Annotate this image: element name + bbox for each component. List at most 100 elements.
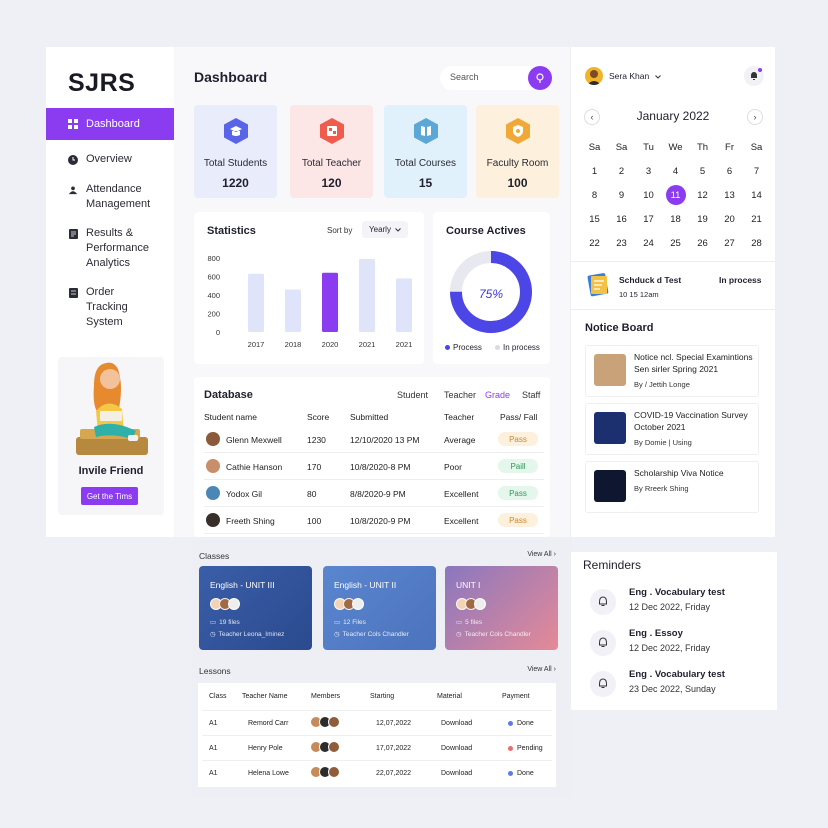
notice-item[interactable]: COVID-19 Vaccination Survey October 2021… [585,403,759,455]
calendar-day[interactable]: 3 [635,159,662,183]
location-pin-icon [536,73,544,83]
column-header: Teacher Name [242,693,288,700]
sidebar-item-results[interactable]: Results & Performance Analytics [46,226,174,271]
stat-card-courses[interactable]: Total Courses 15 [384,105,467,198]
clock-icon: ◷ [210,631,216,638]
calendar-day[interactable]: 25 [662,232,689,256]
calendar-day[interactable]: 1 [581,159,608,183]
stat-card-students[interactable]: Total Students 1220 [194,105,277,198]
notifications-button[interactable] [744,66,764,86]
sidebar-item-dashboard[interactable]: Dashboard [46,108,174,140]
sidebar-item-attendance[interactable]: Attendance Management [46,182,174,212]
calendar-day[interactable]: 4 [662,159,689,183]
calendar-day[interactable]: 22 [581,232,608,256]
calendar-day[interactable]: 16 [608,208,635,232]
cell-material[interactable]: Download [441,770,472,777]
table-row[interactable]: A1 Henry Pole 17,07,2022 Download Pending [202,735,552,760]
bar[interactable] [396,278,412,332]
cell-material[interactable]: Download [441,720,472,727]
sidebar-item-overview[interactable]: Overview [46,152,174,167]
folder-icon: ▭ [334,619,341,626]
calendar-day[interactable]: 27 [716,232,743,256]
user-menu[interactable]: Sera Khan [609,71,661,81]
calendar-day[interactable]: 8 [581,183,608,207]
stat-card-teachers[interactable]: Total Teacher 120 [290,105,373,198]
calendar-day[interactable]: 15 [581,208,608,232]
calendar-day[interactable]: 5 [689,159,716,183]
bar[interactable] [248,273,264,332]
bar[interactable] [359,258,375,332]
calendar-day[interactable]: 14 [743,183,770,207]
class-card[interactable]: English - UNIT II ▭ 12 Files ◷ Teacher Cols … [323,566,436,650]
calendar-day[interactable]: 10 [635,183,662,207]
classes-view-all[interactable]: View All › [527,551,556,558]
cell-material[interactable]: Download [441,745,472,752]
calendar-day[interactable]: 12 [689,183,716,207]
column-header: Starting [370,693,395,700]
avatar[interactable] [585,67,603,85]
table-row[interactable]: A1 Remord Carr 12,07,2022 Download Done [202,710,552,735]
search-button[interactable] [528,66,552,90]
reminder-bell[interactable] [590,671,616,697]
calendar-day[interactable]: 21 [743,208,770,232]
calendar-next-button[interactable]: › [747,109,763,125]
calendar-day[interactable]: 7 [743,159,770,183]
invite-button[interactable]: Get the Tims [81,487,138,505]
bar[interactable] [322,272,338,332]
reminders-title: Reminders [583,558,642,572]
notice-item[interactable]: Notice ncl. Special Examintions Sen sirl… [585,345,759,397]
calendar-day[interactable]: 19 [689,208,716,232]
tab-staff[interactable]: Staff [522,390,540,400]
reminder-bell[interactable] [590,589,616,615]
calendar-day[interactable]: 6 [716,159,743,183]
cell-submitted: 12/10/2020 13 PM [350,435,420,445]
search-bar[interactable]: Search [440,66,552,90]
calendar-day[interactable]: 18 [662,208,689,232]
lessons-view-all[interactable]: View All › [527,666,556,673]
database-title: Database [204,389,253,401]
search-input[interactable]: Search [450,72,479,82]
reminder-bell[interactable] [590,630,616,656]
tab-grade[interactable]: Grade [485,390,510,400]
y-tick-label: 200 [207,310,220,319]
notice-item[interactable]: Scholarship Viva Notice By Rreerk Shing [585,461,759,513]
column-header: Members [311,693,341,700]
cell-submitted: 8/8/2020-9 PM [350,489,406,499]
calendar-day[interactable]: 24 [635,232,662,256]
bar[interactable] [285,289,301,332]
sidebar-item-order-tracking[interactable]: Order Tracking System [46,285,174,330]
stat-card-faculty[interactable]: Faculty Room 100 [476,105,559,198]
calendar-day[interactable]: 9 [608,183,635,207]
tab-teacher[interactable]: Teacher [444,390,476,400]
view-all-label: View All [527,551,552,558]
table-row[interactable]: Cathie Hanson 170 10/8/2020-8 PM Poor Paill [204,454,544,480]
y-tick-label: 800 [207,254,220,263]
column-header: Pass/ Fall [500,412,538,422]
payment-status: Done [508,720,534,727]
table-row[interactable]: A1 Helena Lowe 22,07,2022 Download Done [202,760,552,785]
reminder-title: Eng . Vocabulary test [629,669,725,680]
table-row[interactable]: Freeth Shing 100 10/8/2020-9 PM Excellent Pa… [204,508,544,534]
calendar-day[interactable]: 20 [716,208,743,232]
schedule-status: In process [719,275,762,285]
calendar-day[interactable]: 17 [635,208,662,232]
calendar-day[interactable]: 26 [689,232,716,256]
calendar-day[interactable]: 23 [608,232,635,256]
class-card[interactable]: English - UNIT III ▭ 19 files ◷ Teacher Leon… [199,566,312,650]
calendar-day[interactable]: 2 [608,159,635,183]
cell-score: 170 [307,462,322,472]
teacher-label: Teacher Cols Chandler [464,630,531,638]
calendar-day[interactable]: 28 [743,232,770,256]
tab-student[interactable]: Student [397,390,428,400]
calendar-day-today[interactable]: 11 [662,183,689,207]
calendar-day[interactable]: 13 [716,183,743,207]
cell-name: Glenn Mexwell [226,435,282,445]
cell-name: Yodox Gil [226,489,263,499]
stat-label: Faculty Room [486,158,549,169]
class-card[interactable]: UNIT I ▭ 5 files ◷ Teacher Cols Chandler [445,566,558,650]
legend-dot [445,345,450,350]
table-row[interactable]: Glenn Mexwell 1230 12/10/2020 13 PM Average… [204,427,544,453]
cell-teacher: Average [444,435,476,445]
table-row[interactable]: Yodox Gil 80 8/8/2020-9 PM Excellent Pass [204,481,544,507]
divider [571,309,775,310]
